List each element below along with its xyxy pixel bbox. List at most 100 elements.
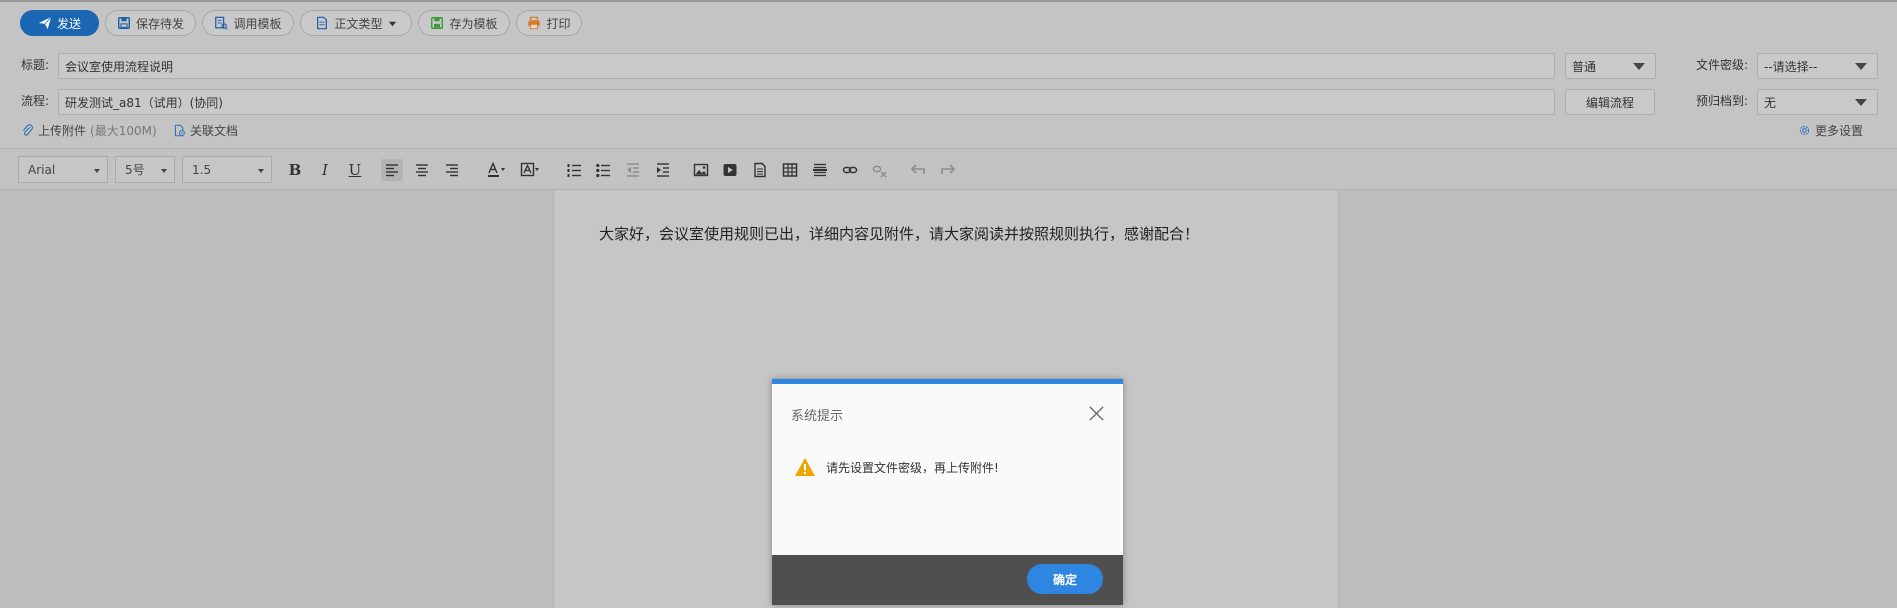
unlink-icon: [872, 165, 887, 178]
send-button[interactable]: 发送: [20, 10, 99, 36]
document-icon: [317, 16, 328, 30]
font-size-select[interactable]: 5号: [115, 156, 175, 183]
body-type-label: 正文类型: [334, 16, 383, 31]
bold-button[interactable]: B: [284, 159, 306, 181]
related-document-label: 关联文档: [190, 124, 239, 138]
indent-button[interactable]: [652, 159, 674, 181]
redo-icon: [941, 164, 956, 174]
indent-icon: [657, 163, 669, 177]
linked-document-icon: [174, 124, 185, 137]
edit-flow-button[interactable]: 编辑流程: [1565, 89, 1655, 115]
printer-icon: [528, 16, 541, 30]
ordered-list-button[interactable]: [563, 159, 585, 181]
save-draft-label: 保存待发: [135, 16, 184, 31]
font-color-icon: [488, 162, 505, 177]
secret-level-label: 文件密级:: [1696, 58, 1749, 72]
table-icon: [782, 163, 798, 177]
insert-image-button[interactable]: [690, 159, 712, 181]
body-type-dropdown[interactable]: 正文类型: [300, 10, 412, 36]
font-family-value: Arial: [28, 162, 56, 177]
outdent-button[interactable]: [622, 159, 644, 181]
related-document-link[interactable]: 关联文档: [173, 122, 238, 139]
line-height-select[interactable]: 1.5: [182, 156, 272, 183]
dialog-message-row: 请先设置文件密级，再上传附件!: [794, 457, 999, 477]
template-doc-icon: [215, 16, 229, 30]
save-template-icon: [431, 17, 444, 29]
insert-table-button[interactable]: [779, 159, 801, 181]
archive-to-select[interactable]: 无: [1757, 89, 1878, 115]
redo-button[interactable]: [937, 159, 959, 181]
chevron-down-icon: [94, 169, 100, 173]
title-label: 标题:: [21, 58, 50, 72]
send-label: 发送: [56, 16, 81, 31]
align-left-icon: [386, 164, 398, 177]
file-icon: [754, 162, 766, 178]
undo-icon: [910, 164, 925, 174]
top-toolbar: 发送 保存待发 调用模板 正文类型 存为模板 打印: [0, 0, 1897, 42]
flow-label: 流程:: [21, 94, 50, 108]
secret-level-value: --请选择--: [1764, 59, 1818, 74]
video-icon: [723, 164, 737, 176]
font-color-button[interactable]: [483, 159, 509, 181]
insert-link-button[interactable]: [839, 159, 861, 181]
priority-value: 普通: [1572, 59, 1597, 74]
chevron-down-icon: [161, 169, 167, 173]
background-color-button[interactable]: [517, 159, 543, 181]
paperclip-icon: [23, 124, 33, 136]
save-as-template-button[interactable]: 存为模板: [418, 10, 510, 36]
line-height-value: 1.5: [192, 162, 212, 177]
upload-attachment-link[interactable]: 上传附件 (最大100M): [21, 122, 157, 139]
flow-input[interactable]: 研发测试_a81（试用）(协同): [58, 89, 1555, 115]
unlink-button[interactable]: [869, 159, 891, 181]
insert-file-button[interactable]: [749, 159, 771, 181]
chevron-down-icon: [1855, 99, 1867, 106]
chevron-down-icon: [1633, 63, 1645, 70]
link-icon: [842, 166, 858, 174]
title-input[interactable]: 会议室使用流程说明: [58, 53, 1555, 79]
close-button[interactable]: [1087, 404, 1106, 423]
dialog-title: 系统提示: [791, 409, 844, 424]
save-draft-button[interactable]: 保存待发: [105, 10, 196, 36]
paper-plane-icon: [38, 16, 52, 30]
align-center-icon: [416, 164, 428, 177]
outdent-icon: [627, 163, 639, 177]
gear-icon: [1799, 125, 1810, 136]
chevron-down-icon: [1855, 63, 1867, 70]
highlight-color-icon: [520, 162, 539, 177]
horizontal-rule-button[interactable]: [809, 159, 831, 181]
system-prompt-dialog: 系统提示 请先设置文件密级，再上传附件! 确定: [772, 379, 1123, 605]
align-right-button[interactable]: [441, 159, 463, 181]
load-template-button[interactable]: 调用模板: [202, 10, 294, 36]
message-header-form: 标题: 会议室使用流程说明 普通 文件密级: --请选择-- 流程: 研发测试_…: [0, 42, 1897, 148]
align-center-button[interactable]: [411, 159, 433, 181]
document-body-text[interactable]: 大家好，会议室使用规则已出，详细内容见附件，请大家阅读并按照规则执行，感谢配合！: [599, 223, 1199, 244]
font-family-select[interactable]: Arial: [18, 156, 108, 183]
insert-video-button[interactable]: [719, 159, 741, 181]
font-size-value: 5号: [125, 163, 145, 177]
italic-icon: I: [322, 160, 328, 179]
underline-button[interactable]: U: [344, 159, 366, 181]
image-icon: [693, 163, 709, 177]
align-left-button[interactable]: [381, 159, 403, 181]
close-icon: [1089, 406, 1104, 421]
priority-select[interactable]: 普通: [1565, 53, 1656, 79]
align-right-icon: [446, 164, 458, 177]
unordered-list-button[interactable]: [592, 159, 614, 181]
undo-button[interactable]: [907, 159, 929, 181]
archive-to-value: 无: [1764, 95, 1777, 110]
print-button[interactable]: 打印: [516, 10, 582, 36]
load-template-label: 调用模板: [233, 16, 282, 31]
numbered-list-icon: [567, 164, 581, 177]
chevron-down-icon: [258, 169, 264, 173]
print-label: 打印: [546, 16, 571, 31]
warning-icon: [795, 458, 815, 476]
chevron-down-icon: [388, 21, 396, 26]
more-settings-link[interactable]: 更多设置: [1798, 122, 1863, 139]
italic-button[interactable]: I: [314, 159, 336, 181]
more-settings-label: 更多设置: [1815, 124, 1864, 138]
bold-icon: B: [288, 160, 302, 179]
confirm-button[interactable]: 确定: [1027, 564, 1103, 594]
save-as-template-label: 存为模板: [449, 16, 498, 31]
secret-level-select[interactable]: --请选择--: [1757, 53, 1878, 79]
floppy-disk-icon: [118, 17, 130, 29]
